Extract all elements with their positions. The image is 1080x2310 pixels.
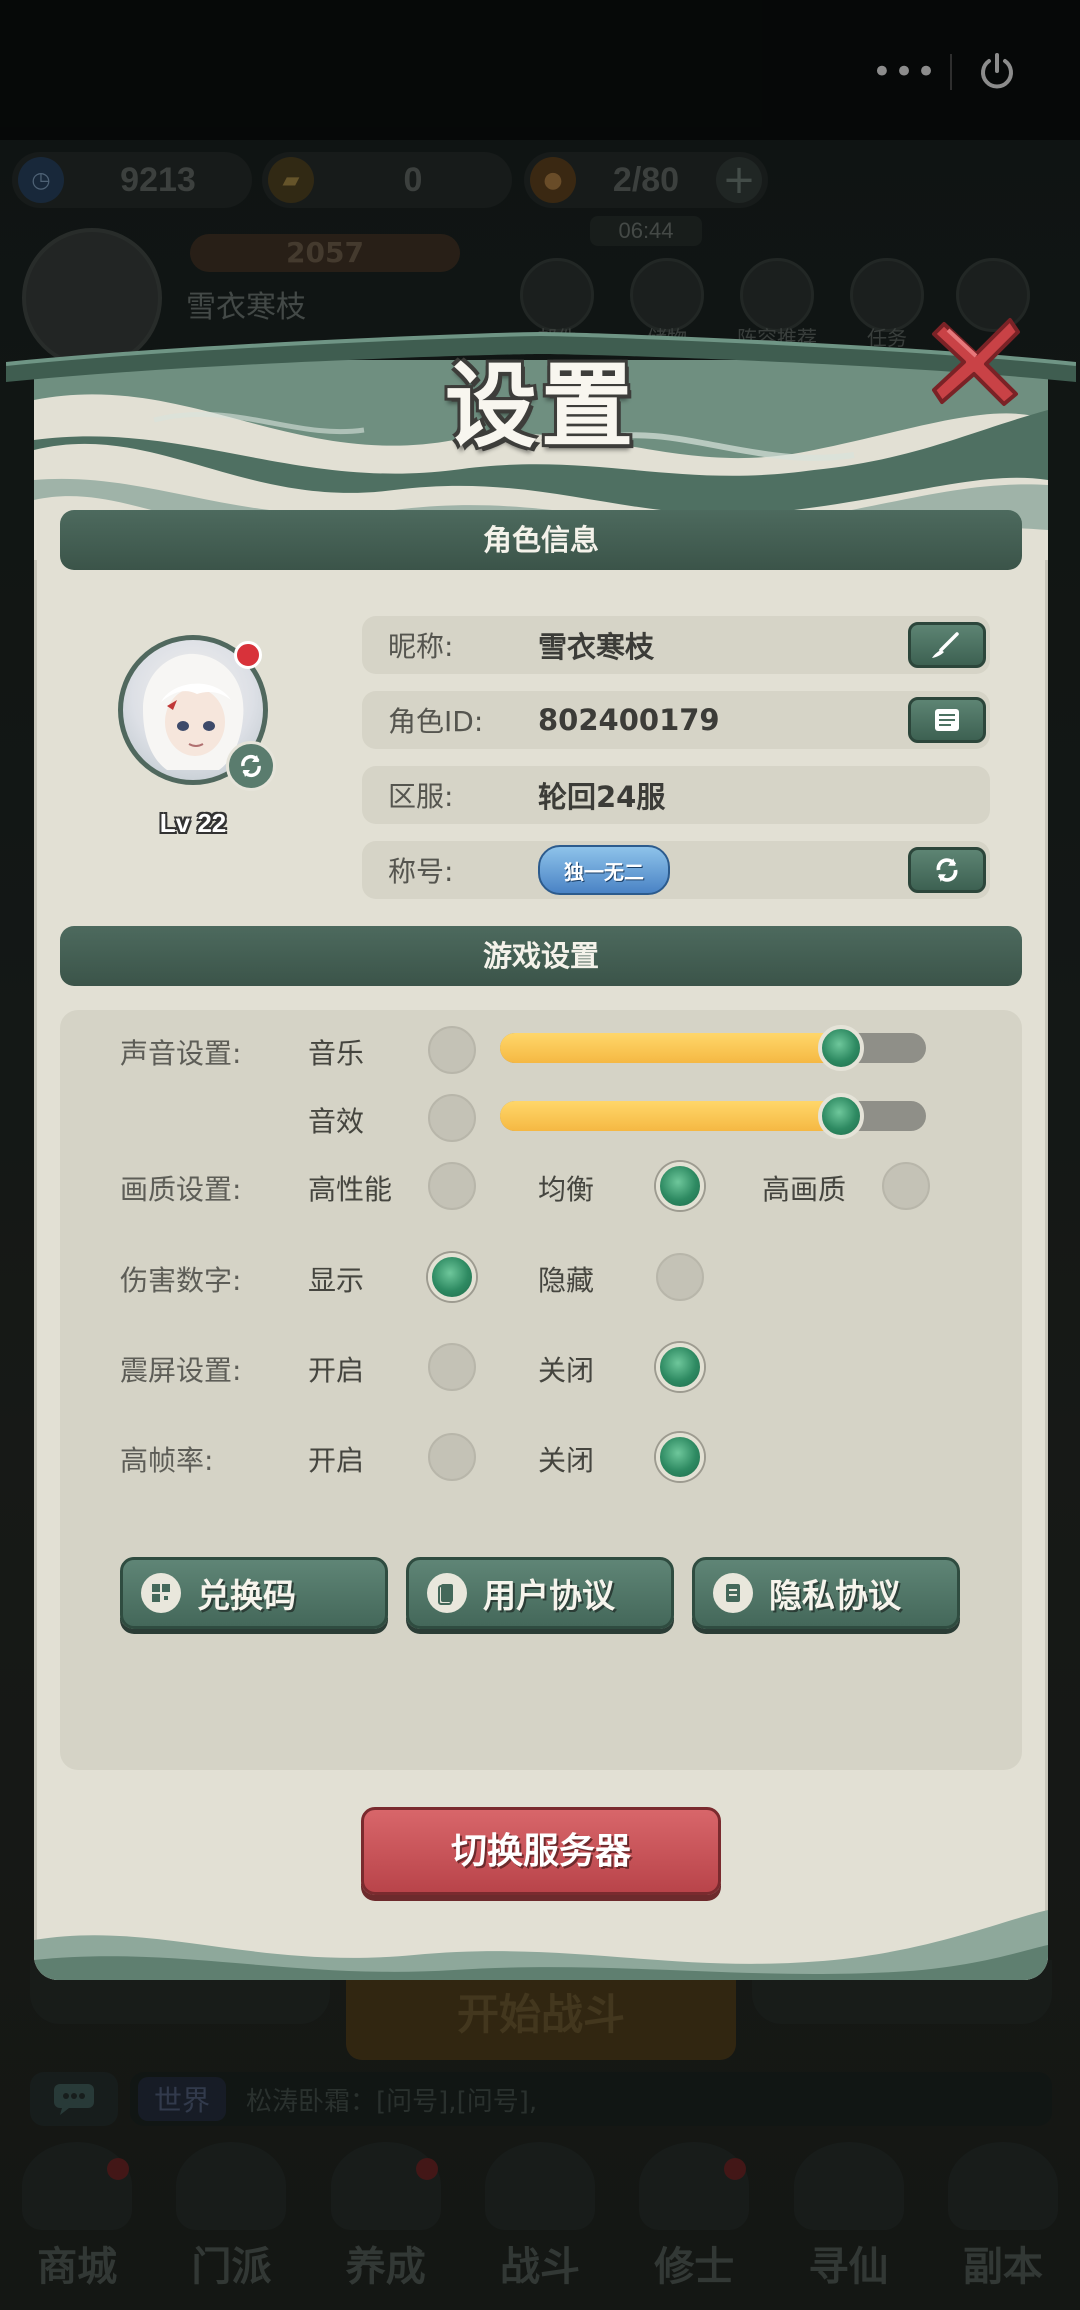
damage-hide-radio[interactable]	[656, 1253, 704, 1301]
title-label: 称号:	[388, 855, 454, 888]
screen-shake-label: 震屏设置:	[120, 1354, 242, 1387]
nickname-label: 昵称:	[388, 630, 454, 663]
redeem-code-label: 兑换码	[197, 1576, 296, 1615]
music-label: 音乐	[308, 1037, 365, 1070]
copy-id-button[interactable]	[908, 697, 986, 743]
quality-settings-label: 画质设置:	[120, 1173, 242, 1206]
shake-on-label: 开启	[308, 1354, 365, 1387]
sfx-volume-slider[interactable]	[500, 1093, 926, 1139]
sfx-volume-fill	[500, 1101, 841, 1131]
music-toggle[interactable]	[428, 1026, 476, 1074]
scroll-copy-icon	[935, 709, 959, 731]
damage-numbers-label: 伤害数字:	[120, 1264, 242, 1297]
change-avatar-refresh-icon[interactable]	[226, 741, 276, 791]
edit-nickname-button[interactable]	[908, 622, 986, 668]
ink-wave-footer-art	[34, 1910, 1048, 1980]
quality-high-quality-radio[interactable]	[882, 1162, 930, 1210]
music-volume-fill	[500, 1033, 841, 1063]
shake-off-radio[interactable]	[656, 1343, 704, 1391]
switch-server-button[interactable]: 切换服务器	[361, 1807, 721, 1895]
sfx-volume-knob[interactable]	[817, 1093, 864, 1139]
title-badge: 独一无二	[538, 845, 670, 895]
privacy-agreement-label: 隐私协议	[769, 1576, 901, 1615]
document-icon	[427, 1573, 467, 1613]
high-fps-label: 高帧率:	[120, 1444, 214, 1477]
quality-high-performance-label: 高性能	[308, 1173, 393, 1206]
code-icon	[141, 1573, 181, 1613]
nickname-row: 昵称: 雪衣寒枝	[362, 616, 990, 674]
music-volume-slider[interactable]	[500, 1025, 926, 1071]
role-id-row: 角色ID: 802400179	[362, 691, 990, 749]
quality-high-performance-radio[interactable]	[428, 1162, 476, 1210]
settings-dialog: 角色信息 Lv 22 昵称: 雪衣寒枝 角色ID: 802400179 区服: …	[6, 318, 1076, 1980]
notification-dot	[234, 641, 262, 669]
dialog-title: 设置	[444, 352, 637, 460]
role-info-header: 角色信息	[60, 510, 1022, 570]
user-agreement-button[interactable]: 用户协议	[406, 1557, 674, 1629]
brush-icon	[932, 632, 959, 658]
server-value: 轮回24服	[538, 780, 666, 814]
sfx-label: 音效	[308, 1105, 365, 1138]
fps-on-radio[interactable]	[428, 1433, 476, 1481]
damage-show-radio[interactable]	[428, 1253, 476, 1301]
player-level: Lv 22	[159, 808, 227, 838]
music-volume-knob[interactable]	[817, 1025, 864, 1071]
privacy-document-icon	[713, 1573, 753, 1613]
sound-settings-label: 声音设置:	[120, 1037, 242, 1070]
fps-off-label: 关闭	[538, 1444, 595, 1477]
redeem-code-button[interactable]: 兑换码	[120, 1557, 388, 1629]
server-row: 区服: 轮回24服	[362, 766, 990, 824]
user-agreement-label: 用户协议	[483, 1576, 615, 1615]
privacy-agreement-button[interactable]: 隐私协议	[692, 1557, 960, 1629]
refresh-icon	[936, 858, 958, 882]
quality-balanced-radio[interactable]	[656, 1162, 704, 1210]
shake-on-radio[interactable]	[428, 1343, 476, 1391]
sfx-toggle[interactable]	[428, 1094, 476, 1142]
quality-high-quality-label: 高画质	[762, 1173, 847, 1206]
shake-off-label: 关闭	[538, 1354, 595, 1387]
fps-off-radio[interactable]	[656, 1433, 704, 1481]
game-settings-header: 游戏设置	[60, 926, 1022, 986]
damage-hide-label: 隐藏	[538, 1264, 595, 1297]
avatar-container[interactable]	[118, 635, 276, 791]
role-id-label: 角色ID:	[388, 705, 484, 738]
dialog-body: 角色信息 Lv 22 昵称: 雪衣寒枝 角色ID: 802400179 区服: …	[34, 360, 1048, 1980]
server-label: 区服:	[388, 780, 454, 813]
damage-show-label: 显示	[308, 1264, 365, 1297]
change-title-button[interactable]	[908, 847, 986, 893]
title-row: 称号: 独一无二	[362, 841, 990, 899]
close-x-icon[interactable]	[926, 310, 1026, 410]
fps-on-label: 开启	[308, 1444, 365, 1477]
quality-balanced-label: 均衡	[538, 1173, 595, 1206]
